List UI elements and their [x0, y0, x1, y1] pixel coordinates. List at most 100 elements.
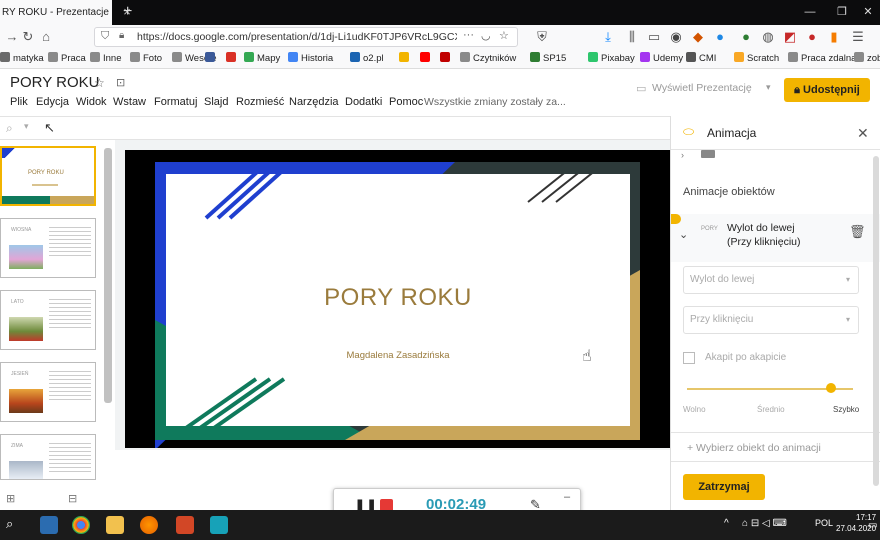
chevron-down-icon[interactable]: ⌄	[679, 228, 688, 241]
recorder-app-icon[interactable]	[210, 516, 228, 534]
slide-thumbnail-2[interactable]: WIOSNA	[0, 218, 96, 278]
menu-rozmiesc[interactable]: Rozmieść	[236, 96, 284, 108]
document-title[interactable]: PORY ROKU	[10, 74, 99, 91]
slide-transition-icon[interactable]	[701, 150, 715, 158]
minimize-recorder-icon[interactable]: –	[564, 491, 570, 503]
share-button[interactable]: 🔒︎ Udostępnij	[784, 78, 870, 102]
extension-icon-3[interactable]: ●	[712, 29, 728, 45]
panel-scrollbar[interactable]	[873, 156, 879, 486]
trigger-dropdown[interactable]: Przy kliknięciu ▾	[683, 306, 859, 334]
url-text[interactable]: https://docs.google.com/presentation/d/1…	[137, 28, 457, 46]
bookmark-star-icon[interactable]: ☆	[499, 29, 509, 42]
sync-icon[interactable]: ⛨	[534, 29, 550, 45]
menu-wstaw[interactable]: Wstaw	[113, 96, 146, 108]
slide-thumbnail-1[interactable]: PORY ROKU	[0, 146, 96, 206]
store-app-icon[interactable]	[40, 516, 58, 534]
pocket-icon[interactable]: ◡	[481, 29, 491, 42]
menu-pomoc[interactable]: Pomoc	[389, 96, 423, 108]
bookmark-item[interactable]: Mapy	[244, 51, 280, 67]
powerpoint-icon[interactable]	[176, 516, 194, 534]
menu-plik[interactable]: Plik	[10, 96, 28, 108]
forward-icon[interactable]: →	[4, 29, 20, 45]
tray-icons[interactable]: ⌂ ⊟ ◁ ⌨	[742, 518, 787, 529]
filmstrip-view-icon[interactable]: ⊟	[68, 492, 77, 505]
bookmark-item[interactable]	[399, 51, 412, 67]
menu-icon[interactable]: ☰	[850, 29, 866, 45]
close-window-icon[interactable]: ✕	[858, 2, 878, 22]
bookmark-item[interactable]	[205, 51, 218, 67]
star-icon[interactable]: ☆	[94, 76, 105, 90]
language-indicator[interactable]: POL	[815, 518, 833, 528]
explorer-icon[interactable]	[106, 516, 124, 534]
bookmark-item[interactable]: Foto	[130, 51, 162, 67]
extension-icon-6[interactable]: ◩	[782, 29, 798, 45]
effect-dropdown[interactable]: Wylot do lewej ▾	[683, 266, 859, 294]
bookmark-item[interactable]: Udemy	[640, 51, 683, 67]
search-icon[interactable]: ⌕	[6, 516, 13, 532]
extension-icon-8[interactable]: ▮	[826, 29, 842, 45]
slide-thumbnail-5[interactable]: ZIMA	[0, 434, 96, 480]
slide-content[interactable]: PORY ROKU Magdalena Zasadzińska ☝︎	[166, 174, 630, 426]
shield-icon[interactable]: ⛉	[101, 30, 113, 44]
grid-view-icon[interactable]: ⊞	[6, 492, 15, 505]
bookmark-item[interactable]: Praca zdalna	[788, 51, 856, 67]
extension-icon-2[interactable]: ◆	[690, 29, 706, 45]
bookmark-item[interactable]: Historia	[288, 51, 333, 67]
page-actions-icon[interactable]: ···	[463, 29, 474, 41]
notifications-icon[interactable]: ▭	[868, 520, 877, 531]
lock-icon[interactable]: 🔒︎	[119, 30, 131, 44]
extension-icon-5[interactable]: ◍	[760, 29, 776, 45]
slide-thumbnail-4[interactable]: JESIEŃ	[0, 362, 96, 422]
new-tab-button[interactable]: +	[123, 2, 137, 22]
menu-dodatki[interactable]: Dodatki	[345, 96, 382, 108]
add-animation-button[interactable]: + Wybierz obiekt do animacji	[671, 432, 880, 462]
bookmark-item[interactable]: Praca	[48, 51, 86, 67]
bookmark-item[interactable]	[420, 51, 433, 67]
firefox-icon[interactable]	[140, 516, 158, 534]
trash-icon[interactable]: 🗑︎	[849, 224, 866, 240]
chevron-right-icon[interactable]: ›	[681, 150, 684, 160]
zoom-dropdown-icon[interactable]: ▾	[24, 121, 29, 132]
paragraph-checkbox[interactable]	[683, 352, 695, 364]
browser-tab[interactable]: RY ROKU - Prezentacje Goo	[0, 0, 112, 25]
chrome-icon[interactable]	[72, 516, 90, 534]
bookmark-item[interactable]: Pixabay	[588, 51, 635, 67]
menu-formatuj[interactable]: Formatuj	[154, 96, 197, 108]
bookmark-item[interactable]	[440, 51, 453, 67]
url-bar[interactable]: ⛉ 🔒︎ https://docs.google.com/presentatio…	[94, 27, 518, 47]
select-cursor-icon[interactable]: ↖	[44, 120, 55, 136]
close-icon[interactable]: ✕	[857, 125, 869, 142]
bookmark-item[interactable]: SP15	[530, 51, 566, 67]
tray-up-icon[interactable]: ^	[724, 518, 729, 529]
slide-thumbnail-3[interactable]: LATO	[0, 290, 96, 350]
bookmark-item[interactable]: zobacz	[854, 51, 880, 67]
animation-item[interactable]: ⌄ PORY Wylot do lewej (Przy kliknięciu) …	[671, 214, 880, 262]
menu-edycja[interactable]: Edycja	[36, 96, 69, 108]
bookmark-item[interactable]: Scratch	[734, 51, 779, 67]
bookmark-item[interactable]: CMI	[686, 51, 716, 67]
bookmark-item[interactable]: matyka	[0, 51, 44, 67]
stop-button[interactable]: Zatrzymaj	[683, 474, 765, 500]
home-icon[interactable]: ⌂	[38, 29, 54, 45]
slide-subtitle[interactable]: Magdalena Zasadzińska	[166, 350, 630, 361]
minimize-icon[interactable]: —	[800, 2, 820, 22]
move-folder-icon[interactable]: ⊡	[116, 76, 125, 89]
extension-icon-7[interactable]: ●	[804, 29, 820, 45]
bookmark-item[interactable]	[226, 51, 239, 67]
sidebar-icon[interactable]: ▭	[646, 29, 662, 45]
zoom-icon[interactable]: ⌕	[6, 121, 13, 136]
download-icon[interactable]: ⤓	[600, 29, 616, 45]
menu-narzedzia[interactable]: Narzędzia	[289, 96, 339, 108]
extension-icon-1[interactable]: ◉	[668, 29, 684, 45]
speed-slider-knob[interactable]	[826, 383, 837, 393]
bookmark-item[interactable]: o2.pl	[350, 51, 384, 67]
present-dropdown-icon[interactable]: ▾	[766, 82, 771, 93]
filmstrip-scrollbar[interactable]	[104, 148, 112, 403]
present-button[interactable]: Wyświetl Prezentację	[652, 82, 752, 94]
menu-slajd[interactable]: Slajd	[204, 96, 228, 108]
library-icon[interactable]: ⫼	[624, 29, 640, 45]
reload-icon[interactable]: ↻	[20, 29, 36, 45]
menu-widok[interactable]: Widok	[76, 96, 107, 108]
bookmark-item[interactable]: Czytników	[460, 51, 516, 67]
bookmark-item[interactable]: Inne	[90, 51, 122, 67]
